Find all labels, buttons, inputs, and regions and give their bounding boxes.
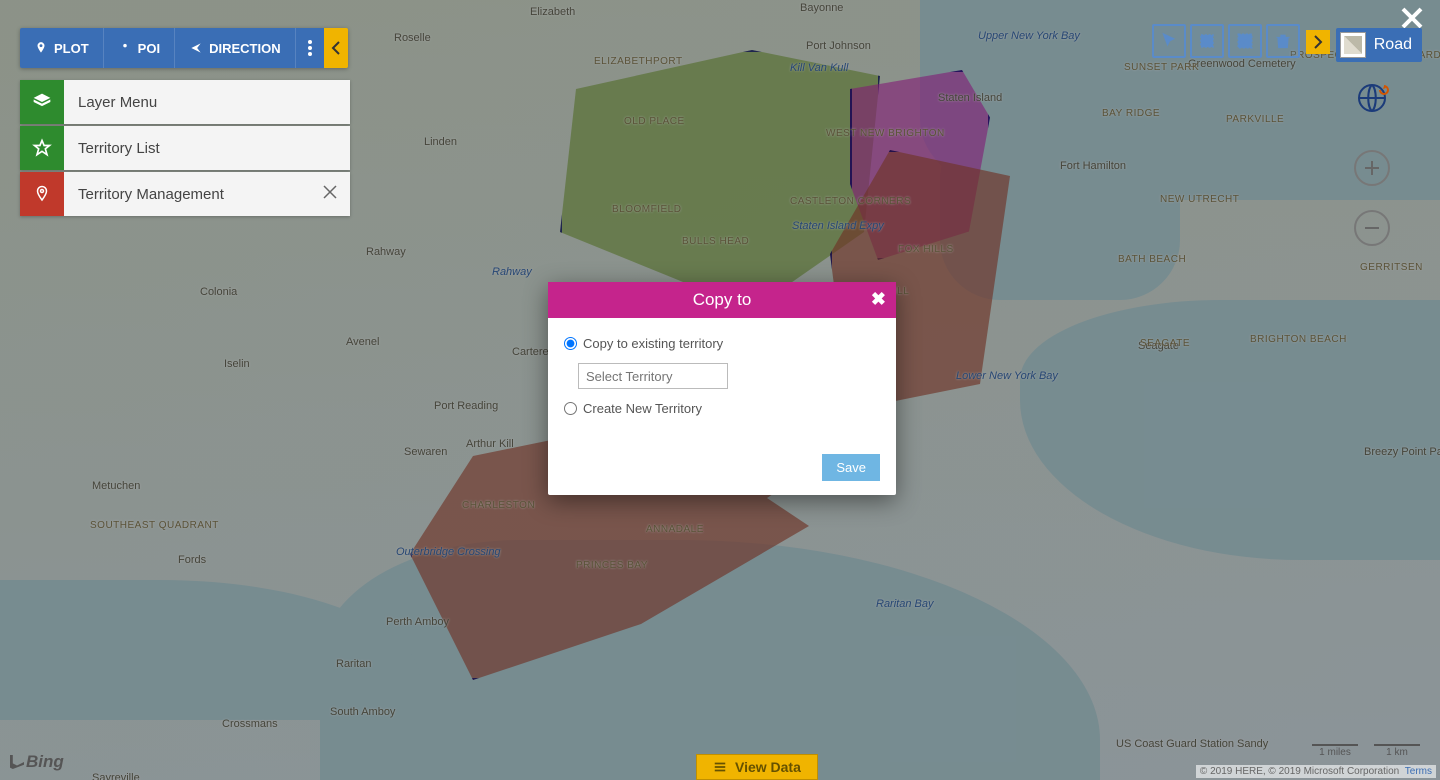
select-territory-input[interactable] (578, 363, 728, 389)
view-data-label: View Data (735, 759, 801, 775)
select-check-icon (1236, 32, 1254, 50)
pin-icon (34, 41, 48, 55)
cursor-tool-button[interactable] (1152, 24, 1186, 58)
globe-refresh-icon (1354, 80, 1390, 116)
bing-logo-text: Bing (26, 752, 64, 772)
attribution-terms-link[interactable]: Terms (1405, 766, 1432, 777)
minus-icon (1363, 219, 1381, 237)
toolbar-collapse-button[interactable] (324, 28, 348, 68)
view-data-button[interactable]: View Data (696, 754, 818, 780)
chevron-right-icon (1313, 35, 1323, 49)
radio-create-new-label: Create New Territory (583, 401, 702, 416)
map-style-toggle[interactable]: Road (1336, 28, 1422, 62)
modal-body: Copy to existing territory Create New Te… (548, 318, 896, 495)
sidebar-item-close-button[interactable] (310, 184, 350, 204)
copy-to-modal: Copy to ✖ Copy to existing territory Cre… (548, 282, 896, 495)
modal-header: Copy to ✖ (548, 282, 896, 318)
radio-create-new-input[interactable] (564, 402, 577, 415)
direction-label: DIRECTION (209, 41, 281, 56)
box-select-tool-button[interactable] (1190, 24, 1224, 58)
poi-label: POI (138, 41, 160, 56)
sidebar-item-label: Territory Management (64, 186, 310, 203)
plus-icon (1363, 159, 1381, 177)
sidebar-item-territory-list[interactable]: Territory List (20, 126, 350, 170)
cursor-icon (1160, 32, 1178, 50)
sidebar-item-territory-management[interactable]: Territory Management (20, 172, 350, 216)
scale-bar: 1 miles 1 km (1312, 744, 1420, 758)
radio-create-new[interactable]: Create New Territory (564, 401, 880, 416)
zoom-in-button[interactable] (1354, 150, 1390, 186)
map-style-swatch-icon (1340, 32, 1366, 58)
scale-miles: 1 miles (1312, 744, 1358, 758)
check-select-tool-button[interactable] (1228, 24, 1262, 58)
trash-icon (1274, 32, 1292, 50)
modal-close-button[interactable]: ✖ (871, 289, 886, 310)
select-box-icon (1198, 32, 1216, 50)
top-right-expand-button[interactable] (1306, 30, 1330, 54)
side-panel: Layer Menu Territory List Territory Mana… (20, 80, 350, 218)
direction-button[interactable]: DIRECTION (175, 28, 296, 68)
sidebar-item-layer-menu[interactable]: Layer Menu (20, 80, 350, 124)
star-icon (20, 126, 64, 170)
modal-title: Copy to (693, 290, 752, 310)
sidebar-item-label: Layer Menu (64, 94, 350, 111)
scale-km: 1 km (1374, 744, 1420, 758)
list-icon (713, 760, 727, 774)
radio-copy-existing[interactable]: Copy to existing territory (564, 336, 880, 351)
selection-toolbar (1152, 24, 1300, 58)
radio-copy-existing-label: Copy to existing territory (583, 336, 723, 351)
attribution-text: © 2019 HERE, © 2019 Microsoft Corporatio… (1200, 766, 1399, 777)
plot-label: PLOT (54, 41, 89, 56)
radio-copy-existing-input[interactable] (564, 337, 577, 350)
bing-logo: Bing (10, 752, 64, 772)
map-style-label: Road (1374, 36, 1412, 54)
poi-button[interactable]: POI (104, 28, 175, 68)
close-icon (1400, 6, 1424, 30)
refresh-globe-button[interactable] (1354, 80, 1390, 116)
close-icon (322, 184, 338, 200)
chevron-left-icon (331, 41, 341, 55)
plot-button[interactable]: PLOT (20, 28, 104, 68)
pin-icon (20, 172, 64, 216)
delete-tool-button[interactable] (1266, 24, 1300, 58)
toolbar-more-button[interactable] (296, 28, 324, 68)
save-button[interactable]: Save (822, 454, 880, 481)
poi-icon (118, 41, 132, 55)
layers-icon (20, 80, 64, 124)
top-toolbar: PLOT POI DIRECTION (20, 28, 348, 68)
dots-vertical-icon (308, 40, 312, 56)
sidebar-item-label: Territory List (64, 140, 350, 157)
zoom-out-button[interactable] (1354, 210, 1390, 246)
direction-icon (189, 41, 203, 55)
map-attribution: © 2019 HERE, © 2019 Microsoft Corporatio… (1196, 765, 1436, 778)
